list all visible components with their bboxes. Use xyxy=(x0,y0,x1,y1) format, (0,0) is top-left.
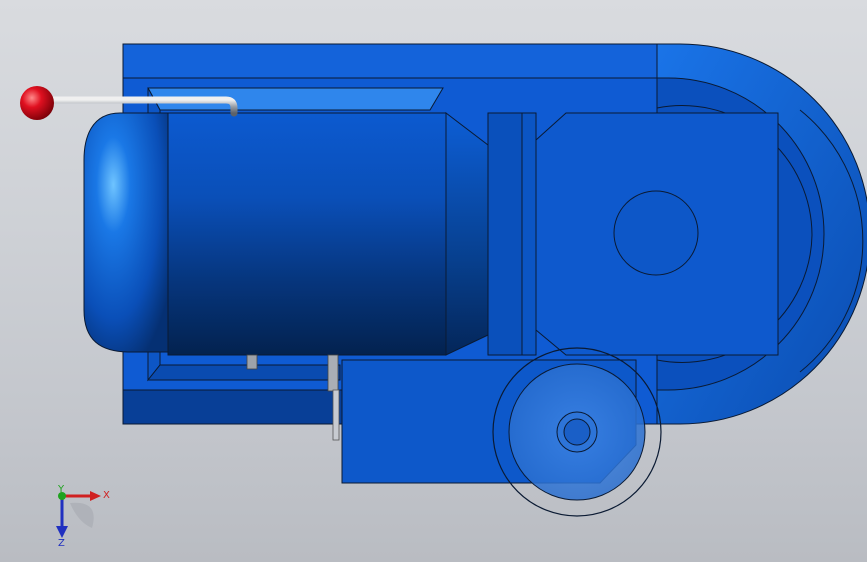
cad-model-view[interactable]: X Y Z xyxy=(0,0,867,562)
triad-shadow xyxy=(70,502,94,528)
x-axis-label: X xyxy=(103,490,110,501)
z-axis-arrow xyxy=(56,526,68,538)
x-axis-arrow xyxy=(90,491,101,501)
gearbox xyxy=(535,112,779,356)
view-orientation-triad[interactable]: X Y Z xyxy=(56,484,110,549)
gearbox-shaft-circle xyxy=(613,190,699,276)
motor xyxy=(83,111,537,356)
cad-viewport[interactable]: X Y Z xyxy=(0,0,867,562)
z-axis-label: Z xyxy=(58,538,65,549)
handle-knob[interactable] xyxy=(20,86,54,120)
y-axis-label: Y xyxy=(57,484,65,495)
